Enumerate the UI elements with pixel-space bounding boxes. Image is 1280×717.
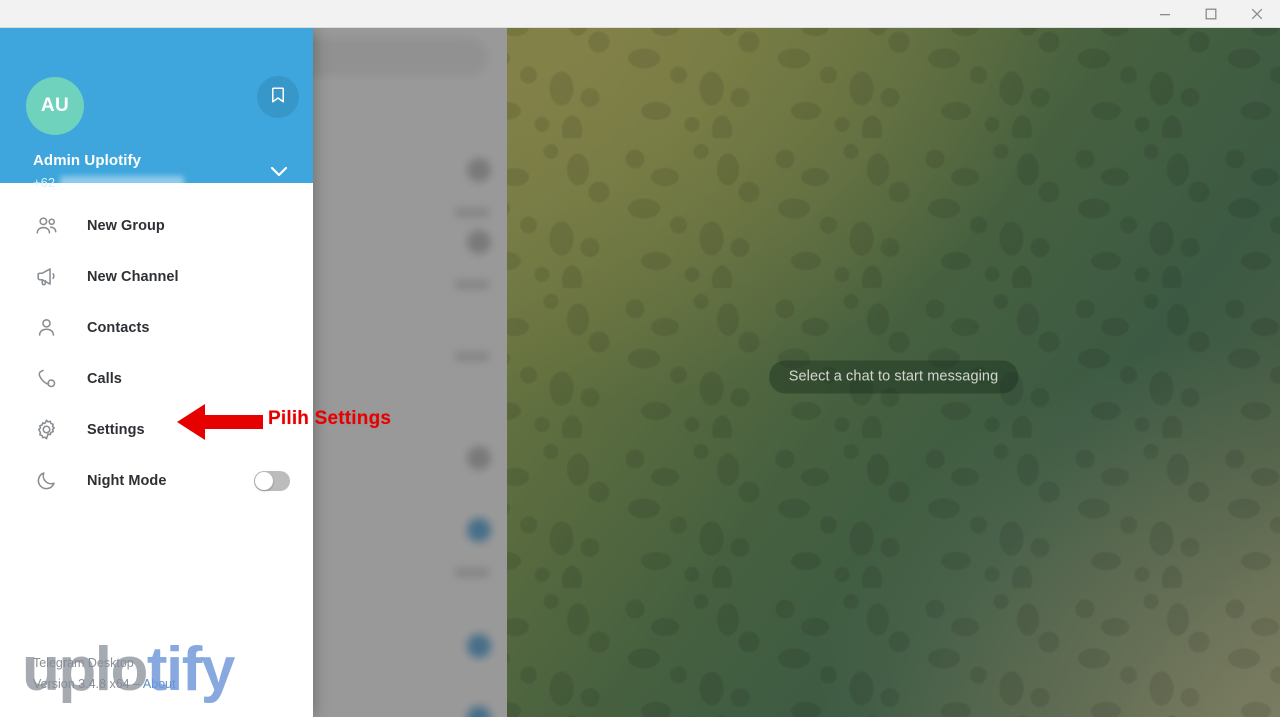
phone-number-blurred	[60, 176, 185, 189]
menu-item-label: Contacts	[87, 319, 150, 336]
phone-prefix: +62	[33, 175, 56, 190]
gear-icon	[30, 414, 62, 446]
chevron-down-icon[interactable]	[267, 159, 291, 188]
minimize-button[interactable]	[1142, 0, 1188, 27]
about-link[interactable]: About	[143, 677, 176, 691]
account-name: Admin Uplotify	[33, 152, 142, 169]
night-mode-toggle[interactable]	[254, 470, 290, 491]
menu-item-new-channel[interactable]: New Channel	[0, 251, 313, 302]
bookmark-icon	[269, 86, 287, 109]
account-phone: +62	[33, 175, 185, 190]
menu-item-label: New Channel	[87, 268, 179, 285]
person-icon	[30, 312, 62, 344]
menu-item-label: Settings	[87, 421, 145, 438]
people-icon	[30, 210, 62, 242]
left-arrow-icon	[175, 400, 265, 449]
menu-item-settings[interactable]: Settings	[0, 404, 313, 455]
menu-item-label: Calls	[87, 370, 122, 387]
menu-item-label: Night Mode	[87, 472, 167, 489]
avatar[interactable]: AU	[26, 77, 84, 135]
window-titlebar	[0, 0, 1280, 28]
annotation-label: Pilih Settings	[268, 408, 392, 429]
menu-item-new-group[interactable]: New Group	[0, 200, 313, 251]
chat-pane: Select a chat to start messaging	[507, 28, 1280, 717]
account-header[interactable]: AU Admin Uplotify +62	[0, 28, 313, 190]
menu-item-label: New Group	[87, 217, 165, 234]
phone-icon	[30, 363, 62, 395]
menu-items-list: New Group New Channel Contacts Calls Set…	[0, 200, 313, 506]
version-line: Version 3.4.8 x64 – About	[33, 674, 175, 695]
menu-item-night-mode[interactable]: Night Mode	[0, 455, 313, 506]
app-version-footer: Telegram Desktop Version 3.4.8 x64 – Abo…	[33, 653, 175, 695]
version-text: Version 3.4.8 x64 –	[33, 677, 143, 691]
menu-item-contacts[interactable]: Contacts	[0, 302, 313, 353]
app-name: Telegram Desktop	[33, 656, 134, 670]
saved-messages-button[interactable]	[257, 76, 299, 118]
close-button[interactable]	[1234, 0, 1280, 27]
moon-icon	[30, 465, 62, 497]
empty-state-label: Select a chat to start messaging	[768, 360, 1019, 394]
maximize-button[interactable]	[1188, 0, 1234, 27]
megaphone-icon	[30, 261, 62, 293]
main-menu-panel[interactable]: AU Admin Uplotify +62 New Group New Chan…	[0, 28, 313, 717]
menu-item-calls[interactable]: Calls	[0, 353, 313, 404]
toggle-knob	[255, 471, 273, 490]
